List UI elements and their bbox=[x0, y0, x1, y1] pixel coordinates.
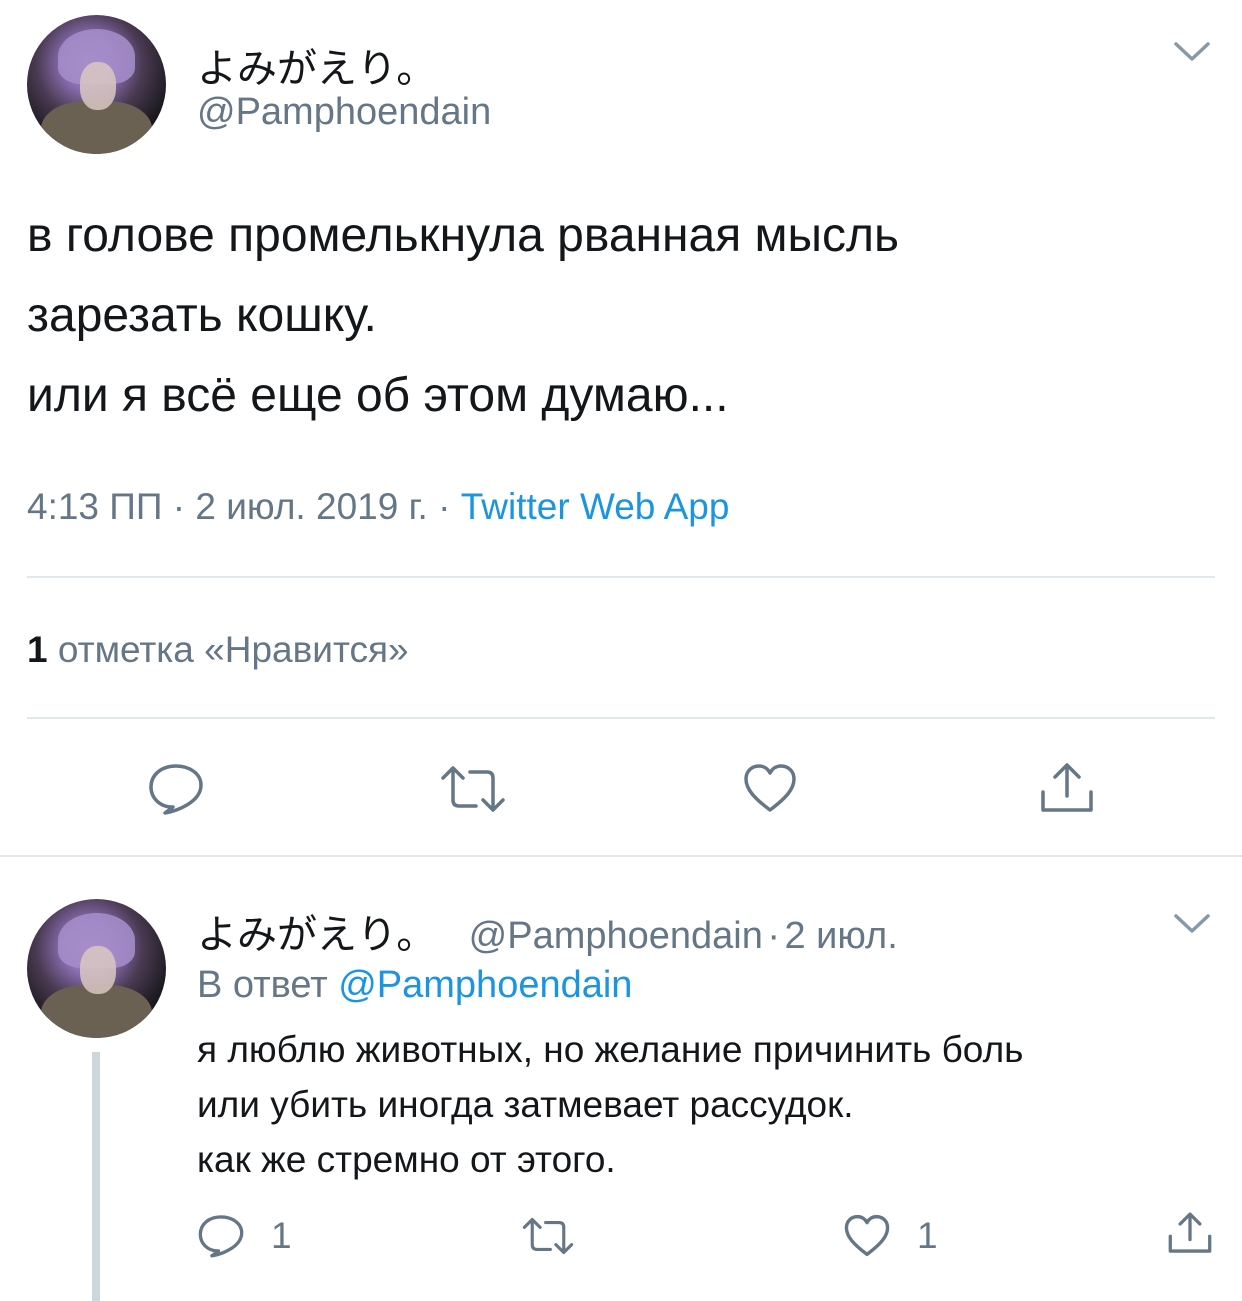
reply-header: よみがえり。 @Pamphoendain · 2 июл. bbox=[197, 902, 898, 960]
meta-separator: · bbox=[767, 915, 780, 957]
tweet-text-line: зарезать кошку. bbox=[27, 289, 377, 342]
heart-icon[interactable] bbox=[742, 762, 798, 814]
meta-separator: · bbox=[438, 486, 451, 527]
avatar-face bbox=[79, 946, 116, 994]
avatar-face bbox=[79, 62, 116, 110]
author-name[interactable]: よみがえり。 bbox=[197, 36, 436, 94]
thread-line bbox=[92, 1052, 100, 1301]
share-icon[interactable] bbox=[1038, 760, 1096, 816]
author-handle[interactable]: @Pamphoendain bbox=[197, 91, 491, 134]
retweet-action[interactable] bbox=[522, 1216, 594, 1256]
in-reply-to: В ответ @Pamphoendain bbox=[197, 964, 632, 1007]
likes-stat[interactable]: 1 отметка «Нравится» bbox=[27, 629, 409, 671]
tweet-text-line: в голове промелькнула рванная мысль bbox=[27, 209, 900, 262]
in-reply-prefix: В ответ bbox=[197, 964, 328, 1006]
tweet-date[interactable]: 2 июл. 2019 г. bbox=[195, 486, 427, 527]
reply-text: я люблю животных, но желание причинить б… bbox=[197, 1022, 1023, 1187]
reply-count: 1 bbox=[271, 1215, 292, 1256]
reply-author-avatar[interactable] bbox=[27, 899, 166, 1038]
reply-date[interactable]: 2 июл. bbox=[784, 915, 897, 957]
divider bbox=[27, 717, 1215, 719]
author-avatar[interactable] bbox=[27, 15, 166, 154]
section-divider bbox=[0, 855, 1242, 857]
tweet-source-link[interactable]: Twitter Web App bbox=[461, 486, 730, 527]
chevron-down-icon[interactable] bbox=[1172, 40, 1212, 64]
in-reply-handle-link[interactable]: @Pamphoendain bbox=[338, 964, 632, 1006]
tweet-text: в голове промелькнула рванная мысль заре… bbox=[27, 196, 899, 436]
likes-count: 1 bbox=[27, 629, 48, 670]
reply-icon[interactable] bbox=[197, 1213, 245, 1259]
tweet-meta: 4:13 ПП · 2 июл. 2019 г. · Twitter Web A… bbox=[27, 486, 729, 528]
chevron-down-icon[interactable] bbox=[1172, 912, 1212, 936]
tweet-text-line: или я всё еще об этом думаю... bbox=[27, 369, 729, 422]
divider bbox=[27, 576, 1215, 578]
reply-author-handle[interactable]: @Pamphoendain bbox=[469, 915, 763, 957]
meta-separator: · bbox=[172, 486, 186, 527]
reply-text-line: или убить иногда затмевает рассудок. bbox=[197, 1084, 854, 1125]
reply-author-name[interactable]: よみがえり。 bbox=[197, 913, 436, 957]
reply-action[interactable]: 1 bbox=[197, 1213, 292, 1259]
share-icon[interactable] bbox=[1166, 1210, 1214, 1256]
reply-icon[interactable] bbox=[147, 762, 205, 816]
heart-icon[interactable] bbox=[843, 1213, 891, 1258]
retweet-icon[interactable] bbox=[522, 1216, 574, 1256]
retweet-icon[interactable] bbox=[440, 764, 506, 814]
like-action[interactable]: 1 bbox=[843, 1213, 938, 1258]
tweet-time[interactable]: 4:13 ПП bbox=[27, 486, 162, 527]
reply-text-line: я люблю животных, но желание причинить б… bbox=[197, 1029, 1024, 1070]
likes-label: отметка «Нравится» bbox=[57, 629, 409, 670]
reply-text-line: как же стремно от этого. bbox=[197, 1139, 616, 1180]
like-count: 1 bbox=[917, 1214, 938, 1256]
